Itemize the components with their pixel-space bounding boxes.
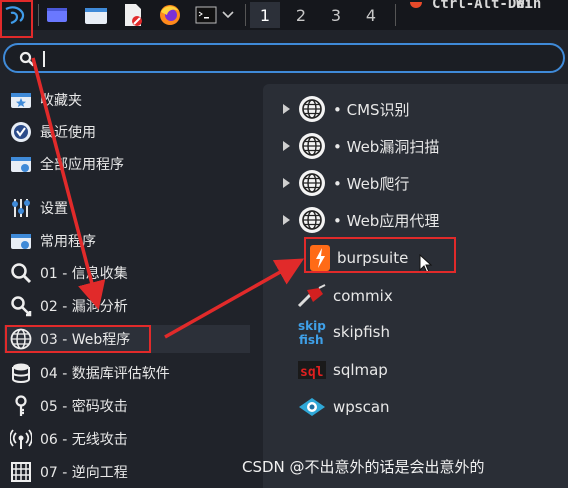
- workspace-2[interactable]: 2: [286, 2, 316, 28]
- submenu-label: • CMS识别: [333, 100, 410, 119]
- chevron-down-icon: [222, 11, 234, 19]
- submenu-label: • Web爬行: [333, 174, 410, 193]
- window-icon: [47, 8, 67, 22]
- folder-download-icon: [8, 152, 34, 176]
- menu-label: 07 - 逆向工程: [40, 465, 128, 481]
- menu-label: 常用程序: [40, 234, 96, 250]
- wpscan-icon: [297, 392, 327, 422]
- key-icon: [8, 394, 34, 418]
- csdn-watermark: CSDN @不出意外的话是会出意外的: [242, 458, 485, 476]
- menu-wireless-attacks[interactable]: 06 - 无线攻击: [8, 425, 248, 453]
- workspace-4[interactable]: 4: [356, 2, 386, 28]
- menu-settings[interactable]: 设置: [8, 194, 248, 222]
- database-icon: [8, 361, 34, 385]
- wireless-icon: [8, 427, 34, 451]
- globe-icon: [297, 168, 327, 198]
- skipfish-icon: skip fish: [297, 317, 327, 347]
- magnifier-icon: [8, 261, 34, 285]
- app-commix[interactable]: commix: [297, 280, 393, 312]
- star-folder-icon: [8, 88, 34, 112]
- menu-label: 设置: [40, 201, 68, 217]
- menu-vuln-analysis[interactable]: 02 - 漏洞分析: [8, 292, 248, 320]
- svg-text:fish: fish: [299, 333, 324, 347]
- web-apps-highlight: [5, 325, 151, 353]
- submenu-web-proxy[interactable]: • Web应用代理: [297, 204, 439, 236]
- firefox-icon: [160, 5, 180, 25]
- submenu-label: wpscan: [333, 398, 390, 416]
- menu-label: 06 - 无线攻击: [40, 432, 128, 448]
- win-label: Win: [516, 0, 542, 12]
- menu-label: 最近使用: [40, 125, 96, 141]
- menu-password-attacks[interactable]: 05 - 密码攻击: [8, 392, 248, 420]
- submenu-cms-identification[interactable]: • CMS识别: [297, 93, 410, 125]
- workspace-3[interactable]: 3: [321, 2, 351, 28]
- terminal-icon: [195, 6, 217, 24]
- folder-icon: [85, 8, 107, 24]
- menu-reverse-engineering[interactable]: 07 - 逆向工程: [8, 458, 248, 486]
- settings-sliders-icon: [8, 196, 34, 220]
- app-wpscan[interactable]: wpscan: [297, 391, 390, 423]
- search-input[interactable]: [43, 51, 45, 67]
- menu-favorites[interactable]: 收藏夹: [8, 86, 248, 114]
- folder-download-icon: [8, 229, 34, 253]
- expand-triangle-icon[interactable]: [283, 178, 290, 188]
- commix-icon: [297, 281, 327, 311]
- expand-triangle-icon[interactable]: [283, 141, 290, 151]
- submenu-web-vuln-scan[interactable]: • Web漏洞扫描: [297, 130, 439, 162]
- burp-taskbar-app[interactable]: [403, 2, 429, 14]
- svg-text:skip: skip: [298, 319, 326, 333]
- vulnerability-icon: [8, 294, 34, 318]
- submenu-label: skipfish: [333, 323, 390, 341]
- file-manager-launcher[interactable]: [83, 2, 109, 28]
- submenu-label: • Web漏洞扫描: [333, 137, 440, 156]
- menu-all-apps[interactable]: 全部应用程序: [8, 150, 248, 178]
- kali-button-highlight: [0, 0, 33, 38]
- search-icon: [19, 51, 35, 67]
- svg-text:sql: sql: [300, 365, 323, 380]
- document-edit-icon: [125, 4, 142, 26]
- taskbar-separator: [38, 4, 39, 26]
- submenu-label: sqlmap: [333, 361, 388, 379]
- menu-database[interactable]: 04 - 数据库评估软件: [8, 359, 248, 387]
- search-bar[interactable]: [3, 43, 565, 73]
- app-skipfish[interactable]: skip fish skipfish: [297, 316, 390, 348]
- expand-triangle-icon[interactable]: [283, 215, 290, 225]
- menu-label: 01 - 信息收集: [40, 266, 128, 282]
- globe-icon: [297, 94, 327, 124]
- globe-icon: [297, 131, 327, 161]
- firefox-launcher[interactable]: [157, 2, 183, 28]
- text-editor-launcher[interactable]: [120, 2, 146, 28]
- workspace-1[interactable]: 1: [250, 2, 280, 28]
- menu-recent[interactable]: 最近使用: [8, 118, 248, 146]
- expand-triangle-icon[interactable]: [283, 104, 290, 114]
- taskbar-separator: [395, 4, 396, 26]
- globe-icon: [297, 205, 327, 235]
- recent-icon: [8, 120, 34, 144]
- menu-common-apps[interactable]: 常用程序: [8, 227, 248, 255]
- menu-info-gathering[interactable]: 01 - 信息收集: [8, 259, 248, 287]
- terminal-dropdown[interactable]: [218, 2, 238, 28]
- menu-label: 收藏夹: [40, 93, 82, 109]
- taskbar-separator: [245, 4, 246, 26]
- taskbar: 1 2 3 4 Ctrl-Alt-Del Win: [0, 0, 568, 30]
- sqlmap-icon: sql: [297, 355, 327, 385]
- menu-label: 05 - 密码攻击: [40, 399, 128, 415]
- menu-label: 04 - 数据库评估软件: [40, 366, 170, 382]
- menu-label: 全部应用程序: [40, 157, 124, 173]
- reverse-icon: [8, 460, 34, 484]
- menu-label: 02 - 漏洞分析: [40, 299, 128, 315]
- submenu-label: commix: [333, 287, 393, 305]
- terminal-launcher[interactable]: [193, 2, 219, 28]
- burpsuite-highlight: [304, 237, 456, 273]
- submenu-web-crawler[interactable]: • Web爬行: [297, 167, 409, 199]
- submenu-label: • Web应用代理: [333, 211, 440, 230]
- app-indicator-icon: [410, 2, 422, 8]
- workspace-switcher-app[interactable]: [44, 2, 70, 28]
- app-sqlmap[interactable]: sql sqlmap: [297, 354, 388, 386]
